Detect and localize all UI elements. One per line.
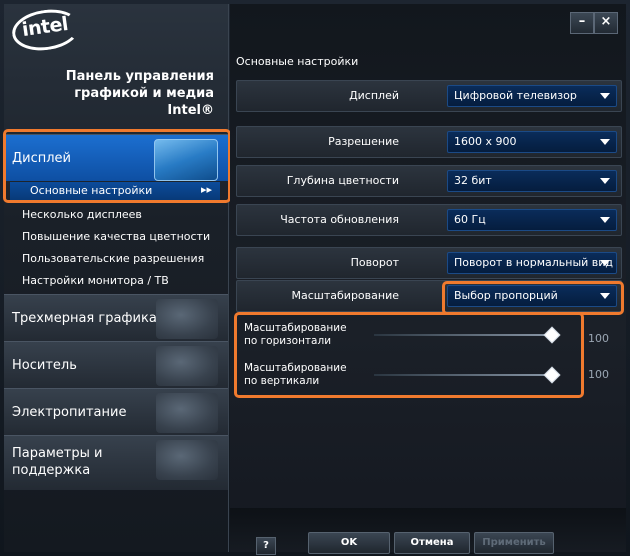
sidebar-category-support[interactable]: Параметры и поддержка: [4, 435, 228, 490]
setting-label-display: Дисплей: [349, 89, 399, 102]
chevron-down-icon: [600, 217, 610, 223]
sidebar-item-multiple-displays[interactable]: Несколько дисплеев: [22, 208, 142, 221]
section-title: Основные настройки: [236, 55, 359, 68]
sidebar-category-3d-label: Трехмерная графика: [12, 311, 157, 326]
monitor-icon: [154, 139, 218, 181]
sidebar-category-support-label-1: Параметры и: [12, 446, 103, 461]
media-player-icon: [156, 346, 218, 386]
resolution-dropdown[interactable]: 1600 x 900: [447, 131, 617, 153]
close-button[interactable]: ×: [594, 12, 618, 34]
minimize-button[interactable]: –: [570, 12, 594, 34]
setting-label-color-depth: Глубина цветности: [286, 174, 399, 187]
setting-label-scaling: Масштабирование: [291, 289, 399, 302]
slider-label-horizontal-line-1: Масштабирование: [244, 322, 347, 334]
horizontal-scaling-slider[interactable]: [374, 326, 561, 344]
color-depth-dropdown[interactable]: 32 бит: [447, 170, 617, 192]
sidebar-item-basic-settings-label: Основные настройки: [30, 184, 153, 197]
rotation-dropdown[interactable]: Поворот в нормальный вид: [447, 252, 617, 274]
slider-label-horizontal: Масштабирование по горизонтали: [244, 322, 347, 348]
setting-label-refresh-rate: Частота обновления: [280, 213, 399, 226]
sidebar-category-media[interactable]: Носитель: [4, 341, 228, 388]
chevron-down-icon: [600, 293, 610, 299]
refresh-rate-dropdown-value: 60 Гц: [454, 213, 486, 226]
sidebar-item-custom-resolutions[interactable]: Пользовательские разрешения: [22, 252, 204, 265]
sidebar-item-color-enhancement[interactable]: Повышение качества цветности: [22, 230, 210, 243]
sidebar-item-basic-settings[interactable]: Основные настройки ▸▸: [10, 182, 220, 200]
sidebar-category-display-label: Дисплей: [12, 151, 72, 166]
power-flag-icon: [156, 393, 218, 433]
slider-label-vertical-line-2: по вертикали: [244, 375, 320, 387]
slider-label-vertical: Масштабирование по вертикали: [244, 362, 347, 388]
rotation-dropdown-value: Поворот в нормальный вид: [454, 256, 614, 269]
color-depth-dropdown-value: 32 бит: [454, 174, 492, 187]
setting-row-scaling: Масштабирование Выбор пропорций: [236, 280, 622, 312]
slider-row-horizontal-scaling: Масштабирование по горизонтали: [236, 318, 576, 354]
slider-thumb[interactable]: [543, 326, 561, 344]
setting-row-color-depth: Глубина цветности 32 бит: [236, 165, 622, 197]
sidebar-category-power-label: Электропитание: [12, 405, 127, 420]
setting-row-refresh-rate: Частота обновления 60 Гц: [236, 204, 622, 236]
resolution-dropdown-value: 1600 x 900: [454, 135, 517, 148]
chevron-down-icon: [600, 178, 610, 184]
apply-button[interactable]: Применить: [474, 532, 554, 554]
setting-row-resolution: Разрешение 1600 x 900: [236, 126, 622, 158]
cancel-button[interactable]: Отмена: [394, 532, 470, 554]
panel-title-line-3: Intel®: [167, 103, 214, 118]
chevron-down-icon: [600, 139, 610, 145]
display-dropdown-value: Цифровой телевизор: [454, 89, 577, 102]
panel-title-line-1: Панель управления: [65, 69, 214, 84]
display-dropdown[interactable]: Цифровой телевизор: [447, 85, 617, 107]
scaling-dropdown-value: Выбор пропорций: [454, 289, 558, 302]
horizontal-scaling-value: 100: [588, 332, 609, 345]
panel-title: Панель управления графикой и медиа Intel…: [14, 68, 214, 119]
setting-row-rotation: Поворот Поворот в нормальный вид: [236, 247, 622, 279]
setting-label-rotation: Поворот: [350, 256, 399, 269]
scaling-dropdown[interactable]: Выбор пропорций: [447, 285, 617, 307]
sidebar-category-display[interactable]: Дисплей: [4, 134, 228, 181]
vertical-scaling-value: 100: [588, 368, 609, 381]
slider-row-vertical-scaling: Масштабирование по вертикали: [236, 358, 576, 394]
main-panel: – × Основные настройки Дисплей Цифровой …: [230, 4, 626, 555]
sidebar-category-support-label-2: поддержка: [12, 463, 91, 478]
3d-shapes-icon: [156, 299, 218, 339]
chevron-down-icon: [600, 93, 610, 99]
refresh-rate-dropdown[interactable]: 60 Гц: [447, 209, 617, 231]
setting-label-resolution: Разрешение: [328, 135, 399, 148]
ok-button[interactable]: OK: [308, 532, 390, 554]
slider-thumb[interactable]: [543, 366, 561, 384]
help-button[interactable]: ?: [256, 537, 276, 555]
help-icon: [156, 440, 218, 480]
double-arrow-icon: ▸▸: [200, 183, 212, 196]
sidebar-category-media-label: Носитель: [12, 358, 77, 373]
sidebar-item-monitor-tv-settings[interactable]: Настройки монитора / ТВ: [22, 274, 169, 287]
setting-row-display: Дисплей Цифровой телевизор: [236, 80, 622, 112]
vertical-scaling-slider[interactable]: [374, 366, 561, 384]
sidebar-category-3d[interactable]: Трехмерная графика: [4, 294, 228, 341]
chevron-down-icon: [600, 260, 610, 266]
sidebar: intel Панель управления графикой и медиа…: [4, 4, 229, 552]
app-window: intel Панель управления графикой и медиа…: [0, 0, 630, 556]
sidebar-category-power[interactable]: Электропитание: [4, 388, 228, 435]
slider-label-horizontal-line-2: по горизонтали: [244, 335, 332, 347]
slider-label-vertical-line-1: Масштабирование: [244, 362, 347, 374]
panel-title-line-2: графикой и медиа: [74, 86, 214, 101]
